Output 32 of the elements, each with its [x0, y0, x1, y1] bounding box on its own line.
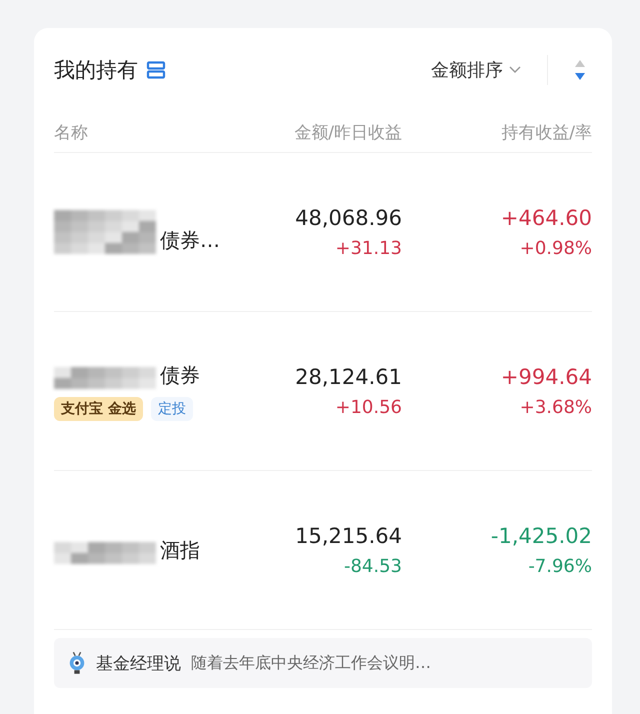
sort-order-icon[interactable] — [574, 59, 586, 81]
yesterday-profit: -84.53 — [344, 556, 402, 576]
holding-profit: +994.64 — [500, 364, 592, 388]
column-header: 名称 — [54, 122, 89, 144]
note-label: 基金经理说 — [96, 652, 181, 674]
fund-tag: 定投 — [150, 396, 193, 420]
column-header: 金额/昨日收益 — [293, 122, 402, 144]
profit-rate: +0.98% — [520, 238, 592, 258]
amount: 48,068.96 — [295, 206, 402, 230]
robot-icon — [68, 650, 86, 676]
yesterday-profit: +10.56 — [335, 396, 402, 418]
profit-rate: +3.68% — [520, 396, 592, 418]
column-header: 持有收益/率 — [500, 122, 592, 144]
amount: 15,215.64 — [295, 524, 402, 548]
profit-rate: -7.96% — [528, 556, 592, 576]
fund-name: 酒指 — [160, 536, 200, 564]
holding-row[interactable]: 酒指 15,215.64 -84.53 -1,425.02 -7.96% — [54, 471, 592, 630]
fund-name: 债券… — [160, 227, 220, 254]
fund-tag: 支付宝 金选 — [54, 396, 143, 420]
holding-row[interactable]: 债券… 48,068.96 +31.13 +464.60 +0.98% — [54, 153, 592, 312]
section-title: 我的持有 — [54, 57, 138, 84]
sort-dropdown[interactable]: 金额排序 — [431, 58, 521, 82]
holding-profit: -1,425.02 — [490, 524, 592, 548]
list-icon[interactable] — [146, 60, 166, 80]
manager-note[interactable]: 基金经理说 随着去年底中央经济工作会议明… — [54, 638, 592, 688]
chevron-down-icon — [509, 66, 521, 74]
yesterday-profit: +31.13 — [335, 238, 402, 258]
holding-profit: +464.60 — [500, 206, 592, 230]
note-text: 随着去年底中央经济工作会议明… — [191, 652, 431, 674]
amount: 28,124.61 — [295, 364, 402, 388]
holding-row[interactable]: 债券 支付宝 金选 定投 28,124.61 +10.56 +994.64 +3.68% — [54, 312, 592, 471]
fund-name: 债券 — [160, 362, 200, 388]
